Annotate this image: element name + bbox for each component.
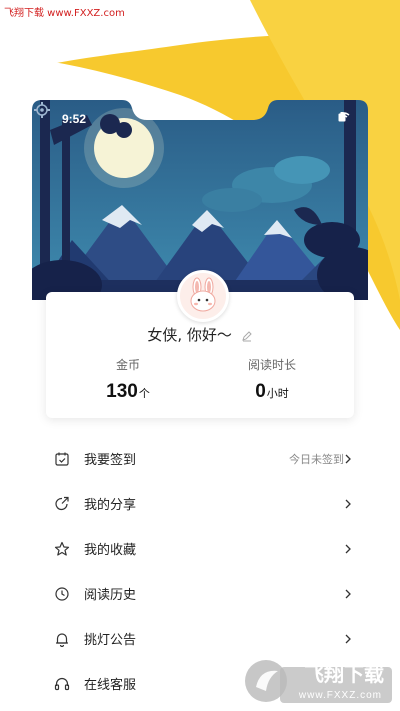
chevron-right-icon: [345, 454, 351, 463]
headset-icon: [54, 677, 70, 690]
chevron-right-icon: [345, 634, 351, 643]
chevron-right-icon: [345, 544, 351, 553]
watermark-logo-text: 飞翔下载: [304, 662, 384, 686]
coins-label: 金币: [115, 358, 140, 372]
star-icon: [54, 541, 70, 556]
coins-unit: 个: [138, 387, 150, 400]
profile-screen: 飞翔下载 www.FXXZ.com 9:52 女侠, 你好～ 金币 130个 阅…: [0, 0, 400, 711]
settings-gear-icon[interactable]: [32, 100, 52, 120]
share-icon: [55, 496, 69, 510]
greeting-row[interactable]: 女侠, 你好～: [46, 324, 354, 345]
reading-time-stat[interactable]: 阅读时长 0小时: [202, 356, 342, 403]
menu-item-checkin[interactable]: 我要签到 今日未签到: [0, 436, 400, 481]
avatar[interactable]: [177, 270, 229, 322]
watermark-top-text: 飞翔下载 www.FXXZ.com: [4, 8, 125, 19]
chevron-right-icon: [345, 589, 351, 598]
greeting-text: 女侠, 你好～: [147, 326, 232, 344]
reading-time-unit: 小时: [266, 387, 289, 400]
bell-icon: [56, 632, 68, 647]
checkin-status: 今日未签到: [289, 452, 344, 466]
menu-item-history[interactable]: 阅读历史: [0, 571, 400, 616]
menu-item-announcement[interactable]: 挑灯公告: [0, 616, 400, 661]
battery-icon: [338, 112, 346, 122]
menu-label-checkin: 我要签到: [84, 453, 137, 468]
menu-label-favorites: 我的收藏: [84, 543, 137, 558]
chevron-right-icon: [345, 499, 351, 508]
menu-item-share[interactable]: 我的分享: [0, 481, 400, 526]
coins-stat[interactable]: 金币 130个: [58, 356, 198, 403]
menu-label-announcement: 挑灯公告: [84, 633, 137, 648]
clock-icon: [55, 586, 69, 601]
status-time: 9:52: [62, 112, 87, 126]
menu-item-favorites[interactable]: 我的收藏: [0, 526, 400, 571]
watermark-logo-url: www.FXXZ.com: [298, 690, 382, 701]
edit-pencil-icon[interactable]: [241, 330, 253, 342]
bunny-avatar-icon: [190, 277, 216, 312]
coins-value: 130个: [106, 381, 150, 402]
menu-label-history: 阅读历史: [84, 588, 137, 603]
reading-time-value: 0小时: [255, 381, 289, 402]
reading-time-label: 阅读时长: [247, 358, 296, 372]
menu-label-share: 我的分享: [84, 498, 137, 513]
calendar-check-icon: [55, 452, 69, 466]
